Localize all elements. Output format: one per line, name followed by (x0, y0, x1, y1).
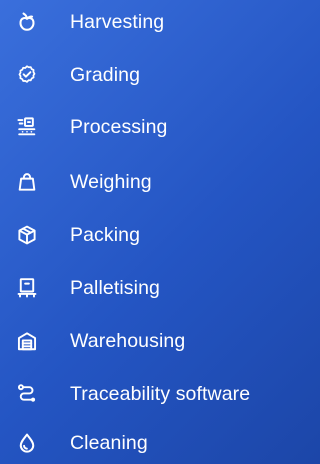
menu-item-warehousing[interactable]: Warehousing (0, 321, 303, 361)
droplet-icon (16, 432, 38, 454)
menu-item-label: Weighing (70, 171, 152, 193)
warehouse-icon (16, 330, 38, 352)
menu-item-weighing[interactable]: Weighing (0, 162, 303, 202)
conveyor-icon (16, 116, 38, 138)
menu-item-palletising[interactable]: Palletising (0, 268, 303, 308)
category-menu: Harvesting Grading Processing Weighing P… (0, 0, 303, 464)
menu-item-label: Traceability software (70, 383, 251, 405)
menu-item-packing[interactable]: Packing (0, 215, 303, 255)
menu-item-label: Warehousing (70, 330, 186, 352)
pallet-icon (16, 277, 38, 299)
menu-item-grading[interactable]: Grading (0, 55, 303, 95)
menu-item-processing[interactable]: Processing (0, 107, 303, 147)
apple-icon (16, 11, 38, 33)
menu-item-label: Harvesting (70, 11, 165, 33)
menu-item-harvesting[interactable]: Harvesting (0, 2, 303, 42)
menu-item-label: Cleaning (70, 432, 148, 454)
badge-check-icon (16, 64, 38, 86)
menu-item-traceability-software[interactable]: Traceability software (0, 374, 303, 414)
route-icon (16, 383, 38, 405)
menu-item-label: Palletising (70, 277, 160, 299)
shopping-bag-icon (16, 171, 38, 193)
menu-item-cleaning[interactable]: Cleaning (0, 423, 303, 463)
box-icon (16, 224, 38, 246)
menu-item-label: Grading (70, 64, 141, 86)
menu-item-label: Packing (70, 224, 141, 246)
menu-item-label: Processing (70, 116, 168, 138)
